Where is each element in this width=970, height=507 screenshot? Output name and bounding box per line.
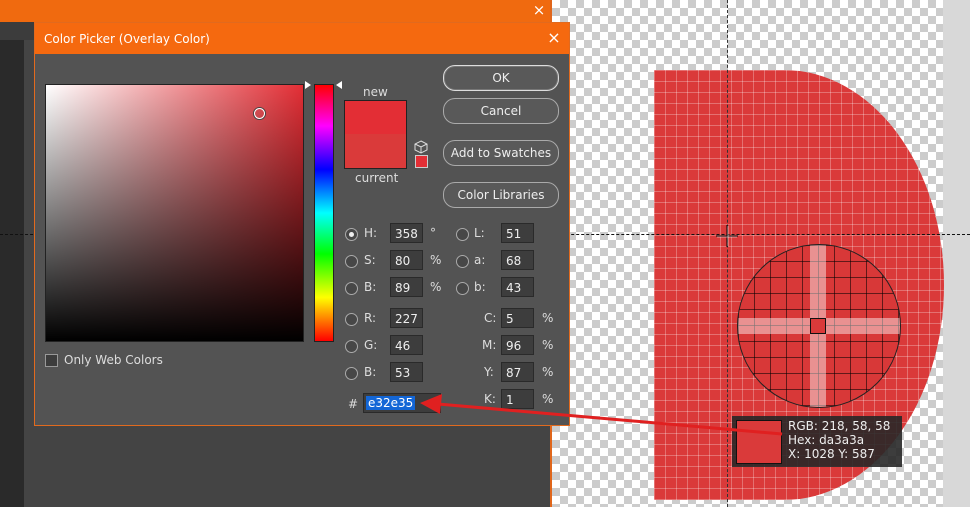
h-field[interactable]: 358 — [390, 223, 423, 243]
magnifier-loupe — [737, 244, 901, 408]
l-field[interactable]: 51 — [501, 223, 534, 243]
label-r: R: — [364, 311, 377, 325]
unit-k: % — [542, 392, 554, 406]
label-c: C: — [484, 311, 497, 325]
canvas-pasteboard — [943, 0, 970, 507]
radio-h[interactable] — [345, 228, 358, 241]
unit-b: % — [430, 280, 442, 294]
a-field[interactable]: 68 — [501, 250, 534, 270]
cube-icon[interactable] — [414, 140, 428, 154]
label-l: L: — [474, 226, 485, 240]
sample-info-box: RGB: 218, 58, 58 Hex: da3a3a X: 1028 Y: … — [732, 416, 902, 467]
m-field[interactable]: 96 — [501, 335, 534, 355]
unit-y: % — [542, 365, 554, 379]
background-close-icon[interactable]: × — [528, 0, 550, 22]
only-web-colors-label: Only Web Colors — [64, 353, 163, 367]
color-field-marker[interactable] — [254, 108, 265, 119]
vertical-guide — [727, 0, 728, 507]
sample-swatch — [736, 420, 782, 464]
y-field[interactable]: 87 — [501, 362, 534, 382]
label-a: a: — [474, 253, 486, 267]
r-field[interactable]: 227 — [390, 308, 423, 328]
sample-hex: Hex: da3a3a — [788, 433, 865, 447]
k-field[interactable]: 1 — [501, 389, 534, 409]
hex-input[interactable]: e32e35 — [363, 393, 441, 413]
color-libraries-button[interactable]: Color Libraries — [443, 182, 559, 208]
unit-m: % — [542, 338, 554, 352]
hue-slider-left-arrow-icon[interactable] — [305, 81, 311, 89]
radio-s[interactable] — [345, 255, 358, 268]
dialog-titlebar[interactable]: Color Picker (Overlay Color) × — [35, 23, 569, 54]
color-field[interactable] — [45, 84, 304, 342]
radio-blue[interactable] — [345, 367, 358, 380]
new-label: new — [363, 85, 388, 99]
hex-value-selected: e32e35 — [366, 396, 416, 410]
label-y: Y: — [484, 365, 494, 379]
add-to-swatches-button[interactable]: Add to Swatches — [443, 140, 559, 166]
label-g: G: — [364, 338, 378, 352]
radio-a[interactable] — [456, 255, 469, 268]
crosshair-cursor-icon — [716, 225, 738, 247]
blue-field[interactable]: 53 — [390, 362, 423, 382]
background-titlebar — [0, 0, 552, 22]
sample-info-text: RGB: 218, 58, 58 Hex: da3a3a X: 1028 Y: … — [788, 419, 890, 461]
label-b: B: — [364, 280, 377, 294]
tool-strip — [0, 40, 25, 507]
out-of-gamut-swatch[interactable] — [415, 155, 428, 168]
label-s: S: — [364, 253, 376, 267]
b-field[interactable]: 89 — [390, 277, 423, 297]
unit-c: % — [542, 311, 554, 325]
hue-slider[interactable] — [314, 84, 334, 342]
unit-h: ° — [430, 226, 436, 240]
sample-xy: X: 1028 Y: 587 — [788, 447, 875, 461]
hue-slider-right-arrow-icon[interactable] — [336, 81, 342, 89]
close-icon[interactable]: × — [545, 29, 563, 47]
label-lab-b: b: — [474, 280, 486, 294]
label-k: K: — [484, 392, 496, 406]
new-color-swatch — [344, 100, 407, 135]
label-h: H: — [364, 226, 378, 240]
label-m: M: — [482, 338, 497, 352]
label-blue: B: — [364, 365, 377, 379]
s-field[interactable]: 80 — [390, 250, 423, 270]
radio-lab-b[interactable] — [456, 282, 469, 295]
color-picker-dialog: Color Picker (Overlay Color) × Only Web … — [34, 22, 570, 426]
current-color-swatch[interactable] — [344, 134, 407, 169]
ok-button[interactable]: OK — [443, 65, 559, 91]
hex-label: # — [348, 397, 359, 411]
cancel-button[interactable]: Cancel — [443, 98, 559, 124]
lab-b-field[interactable]: 43 — [501, 277, 534, 297]
radio-l[interactable] — [456, 228, 469, 241]
only-web-colors-checkbox[interactable] — [45, 354, 58, 367]
sample-rgb: RGB: 218, 58, 58 — [788, 419, 891, 433]
dialog-title: Color Picker (Overlay Color) — [44, 32, 210, 46]
radio-g[interactable] — [345, 340, 358, 353]
radio-r[interactable] — [345, 313, 358, 326]
current-label: current — [355, 171, 399, 185]
loupe-center-pixel — [810, 318, 826, 334]
g-field[interactable]: 46 — [390, 335, 423, 355]
radio-b[interactable] — [345, 282, 358, 295]
unit-s: % — [430, 253, 442, 267]
c-field[interactable]: 5 — [501, 308, 534, 328]
